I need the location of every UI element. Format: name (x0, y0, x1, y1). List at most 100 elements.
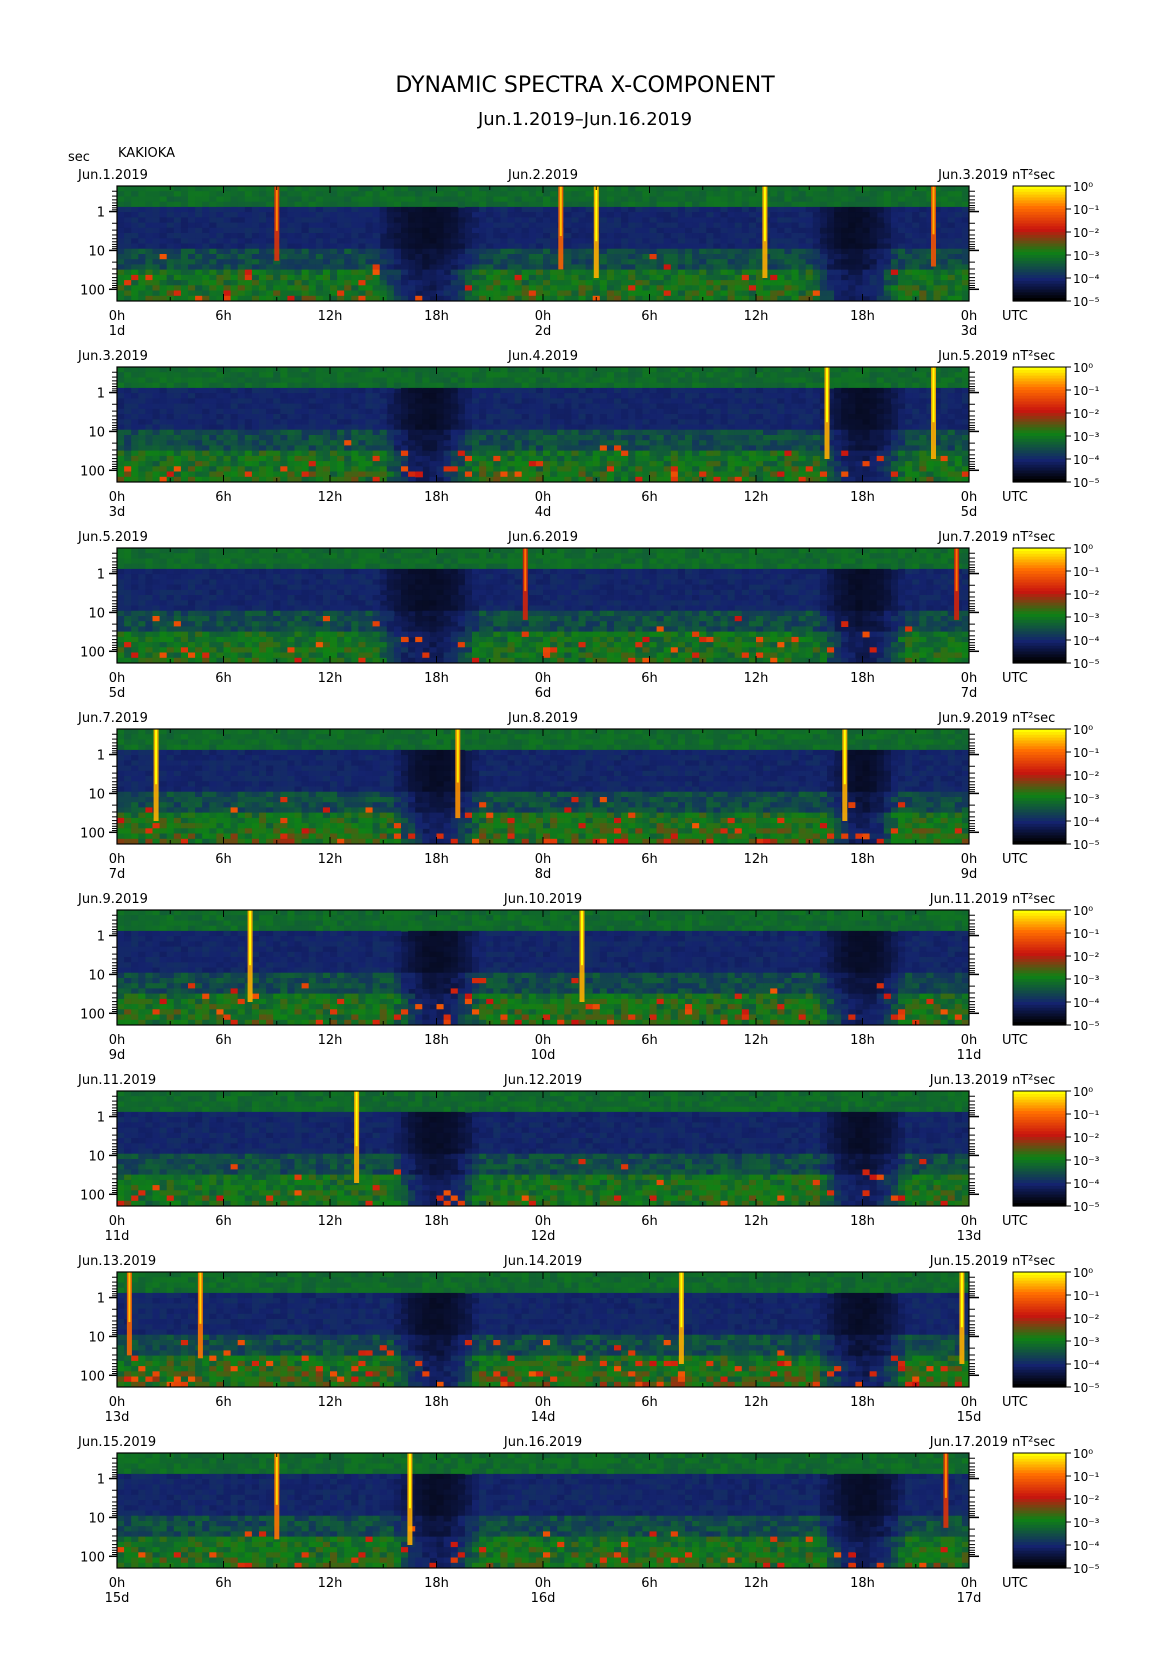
spectrogram-cell (571, 227, 580, 234)
spectrogram-cell (585, 243, 594, 250)
spectrogram-cell (642, 414, 651, 420)
spectrogram-cell (464, 191, 473, 197)
spectrogram-cell (322, 264, 331, 271)
spectrogram-cell (301, 408, 310, 415)
spectrogram-cell (429, 424, 438, 431)
spectrogram-cell (734, 367, 743, 373)
spectrogram-cell (677, 455, 686, 462)
spectrogram-cell (812, 424, 821, 431)
spectrogram-cell (635, 398, 643, 405)
spectrogram-cell (152, 414, 161, 420)
spectrogram-cell (777, 222, 785, 229)
spectrogram-cell (543, 408, 551, 415)
spectrogram-cell (571, 445, 580, 452)
spectrogram-cell (784, 429, 793, 436)
spectrogram-cell (543, 212, 551, 218)
spectrogram-cell (912, 227, 920, 234)
spectrogram-cell (663, 290, 672, 297)
spectrogram-cell (557, 274, 565, 281)
spectrogram-cell (677, 233, 686, 239)
spectrogram-cell (805, 290, 814, 297)
spectrogram-cell (145, 243, 154, 250)
spectrogram-cell (273, 408, 281, 415)
spectrogram-cell (855, 269, 864, 276)
spectrogram-cell (614, 274, 622, 281)
spectrogram-cell (202, 440, 210, 446)
spectrogram-cell (166, 461, 175, 467)
spectrogram-cell (578, 471, 587, 478)
spectrogram-cell (543, 280, 551, 286)
spectrogram-cell (422, 393, 430, 399)
spectrogram-cell (514, 274, 523, 281)
spectrogram-cell (259, 186, 267, 192)
spectrogram-cell (706, 393, 714, 399)
spectrogram-cell (784, 372, 793, 378)
spectrogram-cell (507, 238, 516, 245)
spectrogram-cell (266, 191, 274, 197)
spectrogram-cell (521, 285, 530, 292)
spectrogram-cell (436, 191, 445, 197)
spectrogram-cell (443, 238, 452, 245)
colorbar-tick-label: 10⁻³ (1073, 249, 1100, 263)
spectrogram-cell (649, 280, 658, 286)
spectrogram-cell (166, 254, 175, 260)
spectrogram-cell (401, 424, 409, 431)
spectrogram-cell (344, 414, 352, 420)
spectrogram-cell (216, 466, 225, 473)
spectrogram-cell (244, 408, 253, 415)
spectrogram-cell (855, 222, 864, 229)
spectrogram-cell (919, 285, 927, 292)
spectrogram-cell (372, 285, 381, 292)
spectrogram-cell (798, 217, 807, 224)
spectrogram-cell (209, 466, 217, 473)
spectrogram-cell (379, 440, 388, 446)
spectrogram-cell (535, 466, 544, 473)
spectrogram-cell (358, 259, 367, 265)
spectrogram-cell (798, 372, 807, 378)
spectrogram-cell (748, 377, 757, 384)
spectrogram-cell (535, 206, 544, 213)
spectrogram-cell (635, 233, 643, 239)
spectrogram-cell (308, 471, 317, 478)
spectrogram-cell (131, 243, 139, 250)
spectrogram-cell (628, 264, 636, 271)
spectrogram-cell (308, 212, 317, 218)
spectrogram-cell (848, 201, 856, 208)
spectrogram-cell (315, 196, 324, 203)
spectrogram-cell (663, 403, 672, 410)
spectrogram-cell (486, 429, 494, 436)
spectrogram-cell (337, 264, 345, 271)
spectrogram-cell (606, 419, 615, 426)
spectrogram-cell (493, 259, 501, 265)
spectrogram-cell (152, 445, 161, 452)
spectrogram-cell (692, 222, 700, 229)
spectrogram-cell (741, 222, 750, 229)
spectrogram-cell (294, 290, 303, 297)
spectrogram-cell (628, 372, 636, 378)
spectrogram-cell (202, 269, 210, 276)
spectrogram-cell (401, 429, 409, 436)
spectrogram-cell (621, 450, 629, 457)
spectrogram-cell (706, 280, 714, 286)
spectrogram-cell (720, 387, 729, 394)
spectrogram-cell (188, 269, 196, 276)
spectrogram-cell (117, 238, 125, 245)
spectrogram-cell (699, 254, 707, 260)
spectrogram-cell (798, 419, 807, 426)
spectrogram-cell (124, 461, 132, 467)
spectrogram-cell (543, 254, 551, 260)
spectrogram-cell (436, 274, 445, 281)
spectrogram-cell (621, 461, 629, 467)
spectrogram-cell (699, 466, 707, 473)
spectrogram-cell (812, 466, 821, 473)
spectrogram-cell (408, 382, 416, 389)
spectrogram-cell (713, 280, 722, 286)
spectrogram-cell (173, 254, 182, 260)
spectrogram-cell (777, 254, 785, 260)
spectrogram-cell (642, 238, 651, 245)
spectrogram-cell (685, 254, 693, 260)
spectrogram-cell (472, 264, 480, 271)
spectrogram-cell (940, 217, 949, 224)
spectrogram-cell (834, 414, 842, 420)
spectrogram-cell (770, 238, 778, 245)
